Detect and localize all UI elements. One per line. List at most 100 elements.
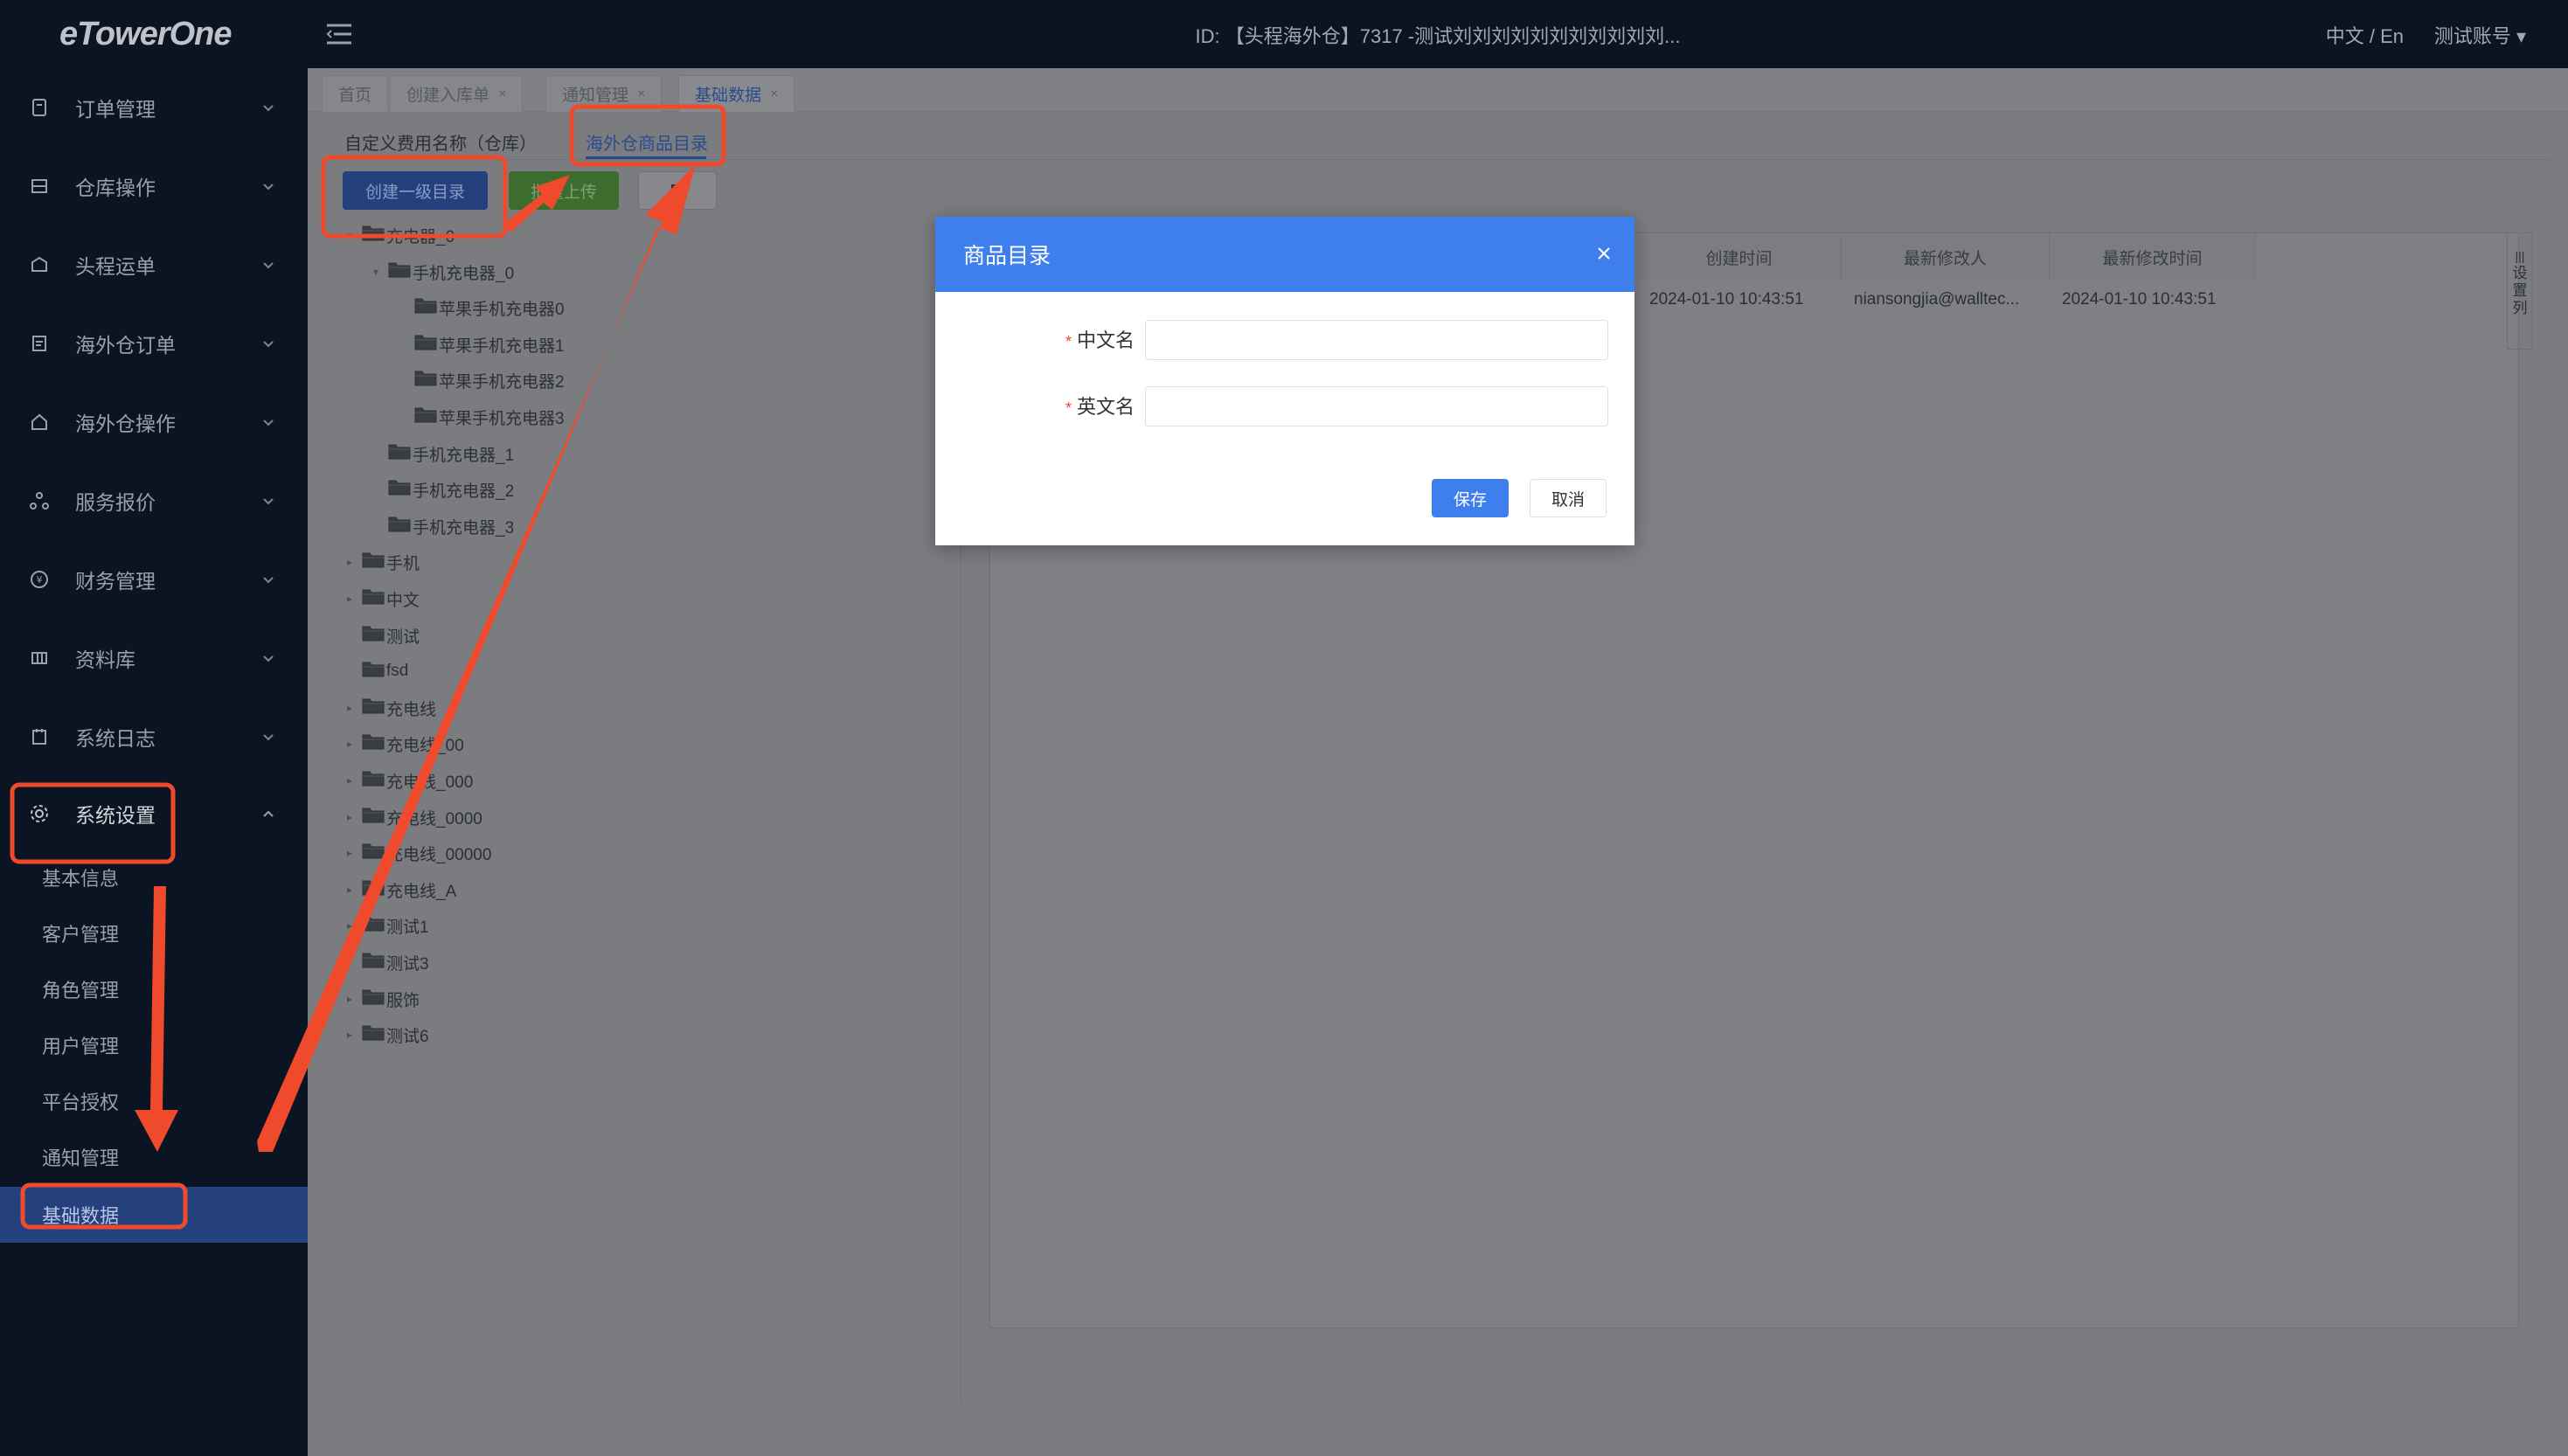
sidebar-subitem-basic-data[interactable]: 基础数据 xyxy=(0,1187,308,1243)
sidebar-subitem-role-management[interactable]: 角色管理 xyxy=(0,961,308,1017)
chinese-name-input[interactable] xyxy=(1145,320,1608,360)
caret-down-icon[interactable]: ▾ xyxy=(369,266,383,278)
tree-node[interactable]: ▸ 充电线_00 xyxy=(343,731,464,757)
caret-right-icon[interactable]: ▸ xyxy=(343,556,357,568)
sidebar-item-system-log[interactable]: 系统日志 xyxy=(0,697,308,776)
chevron-down-icon xyxy=(263,341,274,348)
tab-home[interactable]: 首页 xyxy=(322,75,389,112)
tree-node[interactable]: ▸ 测试3 xyxy=(343,949,429,975)
sidebar-item-system-settings[interactable]: 系统设置 xyxy=(0,774,308,853)
sidebar-item-label: 仓库操作 xyxy=(75,177,156,199)
dialog-header: 商品目录 xyxy=(935,217,1634,292)
sidebar-subitem-platform-auth[interactable]: 平台授权 xyxy=(0,1073,308,1129)
tree-node[interactable]: ▸ 充电线 xyxy=(343,695,436,721)
sidebar-item-first-leg-waybill[interactable]: 头程运单 xyxy=(0,225,308,304)
account-menu[interactable]: 测试账号 ▾ xyxy=(2434,21,2526,49)
caret-right-icon[interactable]: ▸ xyxy=(343,593,357,605)
folder-icon xyxy=(388,515,411,537)
folder-icon xyxy=(362,732,385,755)
close-icon[interactable]: × xyxy=(637,87,645,102)
subtab-overseas-product-catalog[interactable]: 海外仓商品目录 xyxy=(586,129,708,155)
tree-node-label: 测试6 xyxy=(386,1027,429,1046)
caret-down-icon[interactable]: ▾ xyxy=(343,229,357,241)
folder-icon xyxy=(362,551,385,573)
subtab-custom-fee-name[interactable]: 自定义费用名称（仓库） xyxy=(344,129,537,155)
sidebar-item-overseas-order[interactable]: 海外仓订单 xyxy=(0,304,308,383)
english-name-input[interactable] xyxy=(1145,386,1608,426)
chinese-name-label-text: 中文名 xyxy=(1076,329,1135,351)
sidebar-subitem-customer-management[interactable]: 客户管理 xyxy=(0,905,308,961)
sidebar-subitem-user-management[interactable]: 用户管理 xyxy=(0,1017,308,1073)
tree-node[interactable]: 测试 xyxy=(343,622,420,648)
tree-node[interactable]: 苹果手机充电器3 xyxy=(395,404,565,430)
batch-upload-button[interactable]: 批量上传 xyxy=(509,171,619,210)
tree-node[interactable]: 手机充电器_2 xyxy=(369,476,514,503)
english-name-label-text: 英文名 xyxy=(1076,396,1135,418)
caret-right-icon[interactable]: ▸ xyxy=(343,702,357,714)
sidebar-subitem-basic-info[interactable]: 基本信息 xyxy=(0,849,308,905)
column-settings-button[interactable]: ||| 设 置 列 xyxy=(2507,232,2533,350)
tree-node[interactable]: ▾ 充电器_0 xyxy=(343,222,455,248)
tree-node-label: 测试1 xyxy=(386,918,429,937)
tree-node[interactable]: 苹果手机充电器1 xyxy=(395,331,565,357)
language-switch[interactable]: 中文 / En xyxy=(2326,21,2404,49)
tab-label: 通知管理 xyxy=(562,87,629,105)
tab-label: 首页 xyxy=(338,87,372,105)
folder-icon xyxy=(414,369,437,392)
save-button[interactable]: 保存 xyxy=(1432,479,1509,517)
library-icon xyxy=(28,647,51,669)
caret-right-icon[interactable]: ▸ xyxy=(343,774,357,787)
tree-node[interactable]: ▸ 充电线_A xyxy=(343,877,456,903)
svg-text:¥: ¥ xyxy=(37,574,43,586)
tree-node[interactable]: 苹果手机充电器0 xyxy=(395,295,565,321)
caret-right-icon[interactable]: ▸ xyxy=(343,738,357,750)
caret-right-icon[interactable]: ▸ xyxy=(343,847,357,859)
caret-right-icon[interactable]: ▸ xyxy=(343,884,357,896)
sidebar-item-warehouse-operation[interactable]: 仓库操作 xyxy=(0,147,308,225)
close-icon[interactable]: × xyxy=(770,87,778,102)
tree-node[interactable]: ▸ 测试6 xyxy=(343,1022,429,1048)
tree-node[interactable]: ▾ 手机充电器_0 xyxy=(369,259,514,285)
top-header: ID: 【头程海外仓】7317 -测试刘刘刘刘刘刘刘刘刘刘刘... 中文 / E… xyxy=(308,0,2568,68)
tree-node-label: 充电器_0 xyxy=(386,227,455,246)
tree-node[interactable]: ▸ 手机 xyxy=(343,549,420,575)
sidebar-item-label: 海外仓订单 xyxy=(75,334,176,357)
caret-right-icon[interactable]: ▸ xyxy=(343,1029,357,1041)
caret-right-icon[interactable]: ▸ xyxy=(343,956,357,968)
sidebar-item-service-quote[interactable]: 服务报价 xyxy=(0,461,308,540)
folder-icon xyxy=(362,224,385,246)
caret-right-icon[interactable]: ▸ xyxy=(343,993,357,1005)
close-icon[interactable]: × xyxy=(498,87,506,102)
cancel-button[interactable]: 取消 xyxy=(1530,479,1607,517)
chevron-down-icon xyxy=(263,105,274,112)
tree-node[interactable]: ▸ 服饰 xyxy=(343,986,420,1012)
sidebar-item-overseas-operation[interactable]: 海外仓操作 xyxy=(0,383,308,461)
tree-node[interactable]: ▸ 充电线_0000 xyxy=(343,804,482,830)
tree-node[interactable]: fsd xyxy=(343,658,408,684)
tree-node-label: 测试 xyxy=(386,627,420,647)
tree-node[interactable]: ▸ 测试1 xyxy=(343,912,429,939)
sidebar-item-order-management[interactable]: 订单管理 xyxy=(0,68,308,147)
tab-basic-data[interactable]: 基础数据 × xyxy=(678,75,795,112)
caret-right-icon[interactable]: ▸ xyxy=(343,811,357,823)
close-icon[interactable] xyxy=(1596,246,1612,261)
tab-notification-management[interactable]: 通知管理 × xyxy=(545,75,663,112)
more-button[interactable] xyxy=(638,171,717,210)
tree-node[interactable]: ▸ 中文 xyxy=(343,586,420,612)
sidebar-item-finance[interactable]: ¥ 财务管理 xyxy=(0,540,308,619)
tree-node-label: 手机充电器_1 xyxy=(413,446,515,465)
sidebar-item-label: 头程运单 xyxy=(75,255,156,278)
create-root-catalog-button[interactable]: 创建一级目录 xyxy=(343,171,488,210)
sidebar-item-label: 资料库 xyxy=(75,648,135,671)
caret-right-icon[interactable]: ▸ xyxy=(343,919,357,932)
tree-node[interactable]: 苹果手机充电器2 xyxy=(395,367,565,393)
tree-node-label: 充电线_A xyxy=(386,882,457,901)
tab-create-inbound[interactable]: 创建入库单 × xyxy=(390,75,524,112)
folder-icon xyxy=(362,878,385,901)
tree-node[interactable]: 手机充电器_1 xyxy=(369,440,514,467)
tree-node[interactable]: ▸ 充电线_00000 xyxy=(343,840,491,866)
sidebar-subitem-notification-management[interactable]: 通知管理 xyxy=(0,1129,308,1185)
tree-node[interactable]: 手机充电器_3 xyxy=(369,513,514,539)
tree-node[interactable]: ▸ 充电线_000 xyxy=(343,767,473,794)
sidebar-item-library[interactable]: 资料库 xyxy=(0,619,308,697)
